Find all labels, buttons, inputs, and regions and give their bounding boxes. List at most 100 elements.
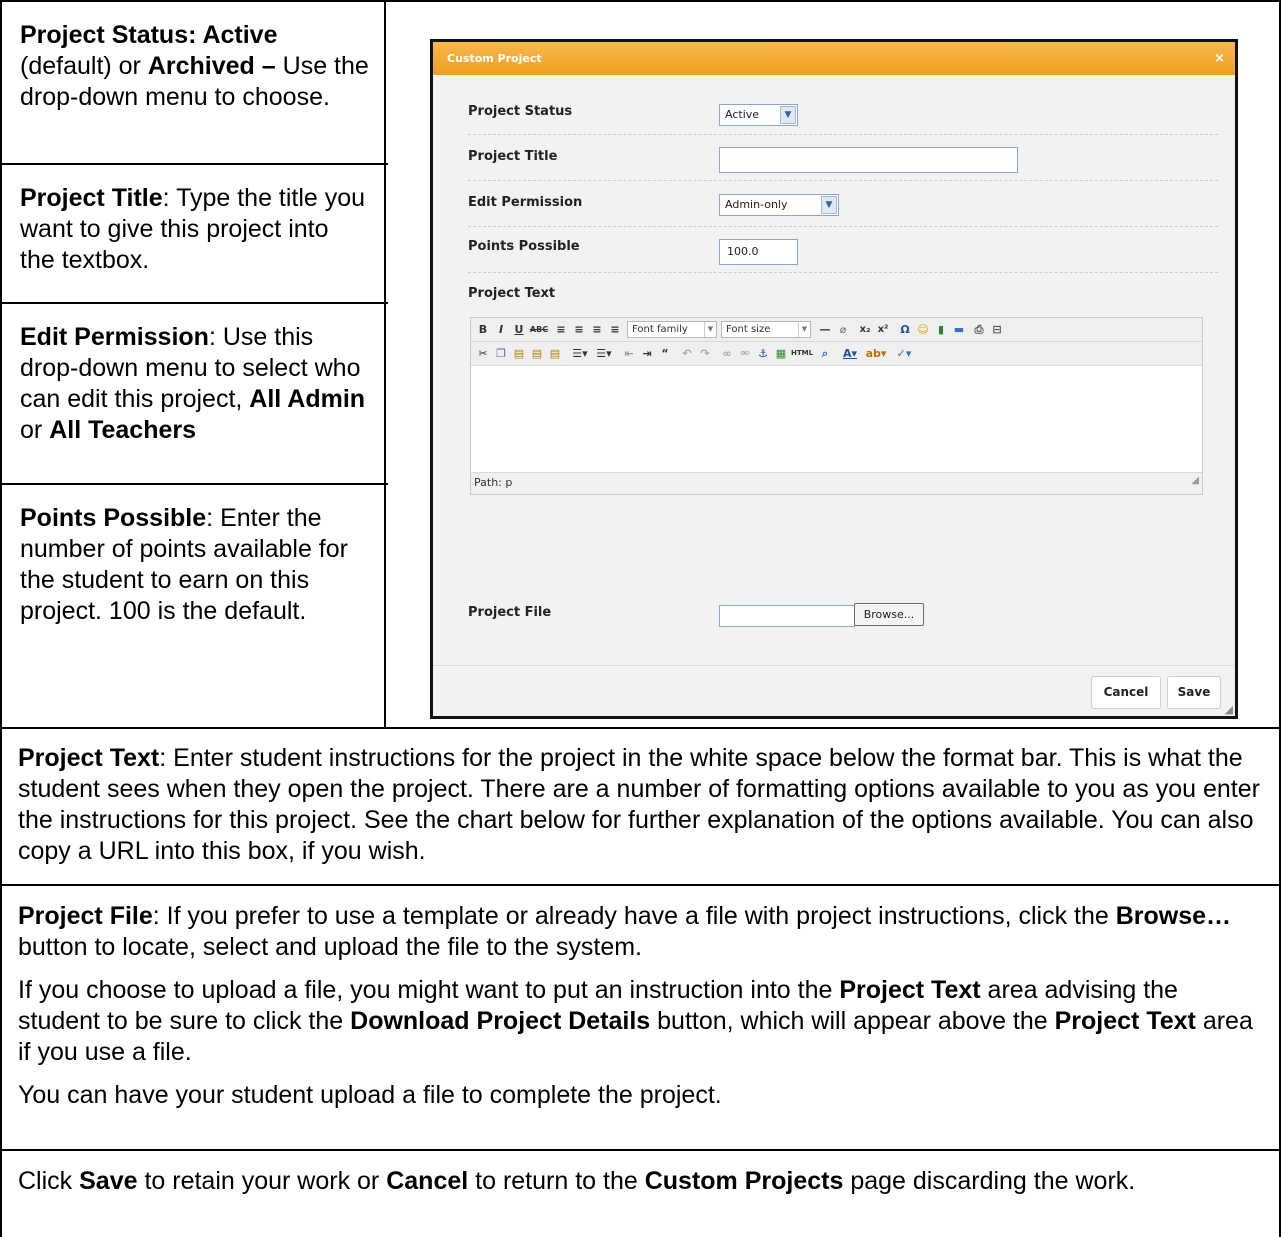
text: If you choose to upload a file, you migh… [18,976,840,1004]
outdent-icon[interactable]: ⇤ [621,345,637,362]
row-project-text: Project Text: Enter student instructions… [0,743,1281,867]
term-browse: Browse… [1115,902,1232,930]
project-title-input[interactable] [719,147,1018,173]
align-justify-icon[interactable]: ≡ [607,321,623,338]
undo-icon[interactable]: ↶ [679,345,695,362]
indent-icon[interactable]: ⇥ [639,345,655,362]
close-icon[interactable]: × [1214,42,1225,75]
copy-icon[interactable]: ❐ [493,345,509,362]
line-icon[interactable]: ▬ [951,321,967,338]
cancel-button[interactable]: Cancel [1091,676,1161,709]
subscript-icon[interactable]: x₂ [857,321,873,338]
term-save: Save [79,1167,138,1195]
chevron-down-icon: ▼ [821,196,837,214]
points-possible-input[interactable]: 100.0 [719,239,798,265]
text: button, which will appear above the [650,1007,1055,1035]
edit-permission-value: Admin-only [725,198,788,211]
project-text-label: Project Text [468,286,556,301]
edit-permission-select[interactable]: Admin-only ▼ [719,194,839,216]
italic-icon[interactable]: I [493,321,509,338]
html-icon[interactable]: HTML [791,345,813,362]
text: : If you prefer to use a template or alr… [152,902,1116,930]
project-status-label: Project Status [468,104,573,119]
align-right-icon[interactable]: ≡ [589,321,605,338]
term-all-teachers: All Teachers [49,416,197,444]
field-divider [468,272,1218,273]
project-text-editor: B I U ABC ≡ ≡ ≡ ≡ Font family ▼ Font size… [470,317,1203,495]
edit-permission-label: Edit Permission [468,195,583,210]
row-divider [0,1149,1281,1151]
bold-icon[interactable]: B [475,321,491,338]
paragraph: Project File: If you prefer to use a tem… [18,901,1263,963]
text: (default) or [20,52,148,80]
project-file-input[interactable] [719,605,855,627]
anchor-icon[interactable]: ⚓ [755,345,771,362]
page-break-icon[interactable]: ⊟ [989,321,1005,338]
chevron-down-icon: ▼ [798,322,810,337]
row-divider [0,727,1281,729]
spellcheck-icon[interactable]: ✓▾ [893,345,915,362]
project-status-select[interactable]: Active ▼ [719,104,798,126]
redo-icon[interactable]: ↷ [697,345,713,362]
underline-icon[interactable]: U [511,321,527,338]
unlink-icon[interactable]: ⚮ [737,345,753,362]
row-project-file: Project File: If you prefer to use a tem… [0,901,1281,1111]
align-left-icon[interactable]: ≡ [553,321,569,338]
blockquote-icon[interactable]: “ [657,345,673,362]
term-custom-projects: Custom Projects [644,1167,844,1195]
font-family-label: Font family [632,324,688,335]
term-download-project-details: Download Project Details [350,1007,651,1035]
field-divider [468,134,1218,135]
link-icon[interactable]: ∞ [719,345,735,362]
term-project-text: Project Text [1054,1007,1196,1035]
chevron-down-icon: ▼ [704,322,716,337]
term-project-status: Project Status [20,21,189,49]
paste-icon[interactable]: ▤ [511,345,527,362]
dialog-title: Custom Project [447,52,542,65]
project-file-label: Project File [468,605,552,620]
term-project-title: Project Title [20,184,163,212]
special-char-icon[interactable]: Ω [897,321,913,338]
font-family-select[interactable]: Font family ▼ [627,321,717,338]
editor-path: Path: p [474,476,513,489]
cell-points-possible: Points Possible: Enter the number of poi… [2,485,386,725]
top-table: Project Status: Active (default) or Arch… [0,0,1281,729]
numbered-list-icon[interactable]: ☰▾ [593,345,615,362]
browse-button[interactable]: Browse... [854,603,924,626]
term-project-file: Project File [18,902,153,930]
image-icon[interactable]: ▦ [773,345,789,362]
superscript-icon[interactable]: x² [875,321,891,338]
resize-grip-icon[interactable]: ◢ [1225,703,1233,716]
font-size-label: Font size [726,324,771,335]
strikethrough-icon[interactable]: ABC [529,321,549,338]
field-divider [468,180,1218,181]
remove-format-icon[interactable]: ⌀ [835,321,851,338]
save-button[interactable]: Save [1167,676,1221,709]
text-color-icon[interactable]: A▾ [839,345,861,362]
media-icon[interactable]: ▮ [933,321,949,338]
paragraph: Click Save to retain your work or Cancel… [18,1166,1263,1197]
footer-divider [433,665,1235,666]
horizontal-rule-icon[interactable]: — [817,321,833,338]
text: to retain your work or [137,1167,387,1195]
row-divider [0,884,1281,886]
cut-icon[interactable]: ✂ [475,345,491,362]
resize-grip-icon[interactable]: ◢ [1191,471,1199,491]
text: button to locate, select and upload the … [18,933,642,961]
paste-text-icon[interactable]: ▤ [529,345,545,362]
paragraph: You can have your student upload a file … [18,1081,722,1109]
paste-word-icon[interactable]: ▤ [547,345,563,362]
dialog-header: Custom Project × [433,42,1235,75]
align-center-icon[interactable]: ≡ [571,321,587,338]
term-all-admin: All Admin [249,385,366,413]
emoticon-icon[interactable]: ☺ [915,321,931,338]
document-page: Project Status: Active (default) or Arch… [0,0,1281,1237]
font-size-select[interactable]: Font size ▼ [721,321,811,338]
highlight-color-icon[interactable]: ab▾ [865,345,887,362]
colon: : [188,21,203,49]
term-project-text: Project Text [18,744,160,772]
print-icon[interactable]: ⎙ [971,321,987,338]
search-icon[interactable]: ⌕ [817,345,833,362]
editor-toolbar-row-1: B I U ABC ≡ ≡ ≡ ≡ Font family ▼ Font size… [471,318,1202,342]
bullet-list-icon[interactable]: ☰▾ [569,345,591,362]
